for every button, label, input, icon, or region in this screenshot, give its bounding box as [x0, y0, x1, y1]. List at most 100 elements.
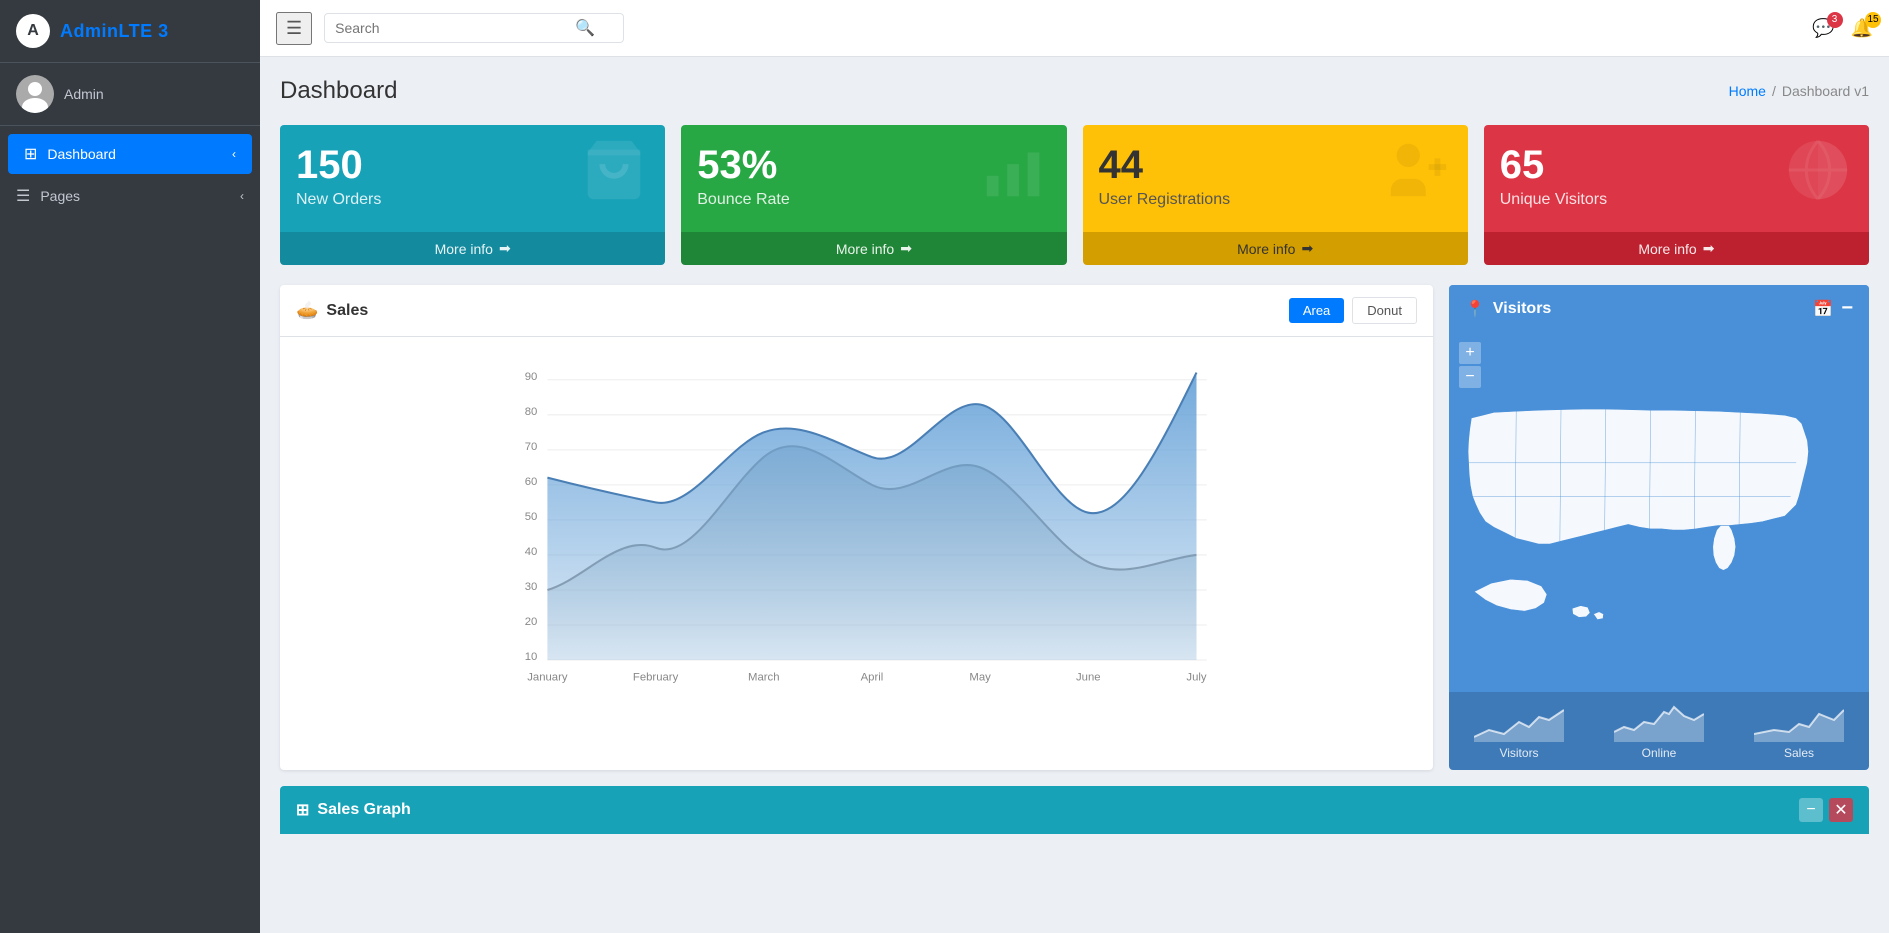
- visitors-icon: [1783, 135, 1853, 216]
- svg-text:March: March: [748, 672, 779, 684]
- navbar-toggler[interactable]: ☰: [276, 12, 312, 45]
- svg-text:10: 10: [525, 651, 538, 663]
- visitors-card-tools: 📅 −: [1813, 297, 1853, 320]
- sales-card: 🥧 Sales Area Donut 10 20 30: [280, 285, 1433, 770]
- svg-text:June: June: [1076, 672, 1101, 684]
- avatar: [16, 75, 54, 113]
- alerts-button[interactable]: 🔔 15: [1851, 18, 1873, 39]
- svg-text:40: 40: [525, 546, 538, 558]
- dashboard-icon: ⊞: [24, 144, 37, 164]
- sidebar-item-dashboard-arrow: ‹: [232, 147, 236, 161]
- orders-icon: [579, 135, 649, 216]
- orders-label: New Orders: [296, 191, 381, 209]
- content-wrapper: Dashboard Home / Dashboard v1 150 New Or…: [260, 57, 1889, 933]
- breadcrumb: Home / Dashboard v1: [1729, 83, 1869, 99]
- sidebar-item-dashboard[interactable]: ⊞ Dashboard ‹: [8, 134, 252, 174]
- sales-graph-tools: − ✕: [1799, 798, 1853, 822]
- sales-pie-icon: 🥧: [296, 300, 318, 321]
- sales-card-header: 🥧 Sales Area Donut: [280, 285, 1433, 337]
- sales-card-body: 10 20 30 40 50 60 70 80 90: [280, 337, 1433, 709]
- bounce-footer[interactable]: More info ➡: [681, 232, 1066, 265]
- sales-graph-icon: ⊞: [296, 800, 309, 820]
- brand-logo: A: [16, 14, 50, 48]
- sidebar-item-pages-arrow: ‹: [240, 189, 244, 203]
- bounce-value: 53%: [697, 145, 790, 185]
- map-controls: + −: [1459, 342, 1481, 388]
- page-title: Dashboard: [280, 77, 397, 105]
- map-pin-icon: 📍: [1465, 299, 1485, 319]
- svg-text:60: 60: [525, 476, 538, 488]
- svg-text:May: May: [969, 672, 991, 684]
- us-florida: [1713, 526, 1736, 571]
- search-form: 🔍: [324, 13, 624, 43]
- search-button[interactable]: 🔍: [575, 18, 595, 38]
- donut-button[interactable]: Donut: [1352, 297, 1417, 324]
- visitors-card-title: 📍 Visitors: [1465, 299, 1551, 319]
- map-zoom-out[interactable]: −: [1459, 366, 1481, 388]
- content-header: Dashboard Home / Dashboard v1: [280, 77, 1869, 105]
- sales-graph-title: ⊞ Sales Graph: [296, 800, 411, 820]
- panels-row: 🥧 Sales Area Donut 10 20 30: [280, 285, 1869, 770]
- sidebar-item-pages[interactable]: ☰ Pages ‹: [0, 176, 260, 216]
- minimize-icon[interactable]: −: [1841, 297, 1853, 320]
- svg-text:70: 70: [525, 441, 538, 453]
- svg-text:20: 20: [525, 616, 538, 628]
- brand-name: AdminLTE 3: [60, 21, 169, 42]
- unique-visitors-footer[interactable]: More info ➡: [1484, 232, 1869, 265]
- info-box-orders: 150 New Orders More info ➡: [280, 125, 665, 265]
- orders-value: 150: [296, 145, 381, 185]
- svg-text:50: 50: [525, 511, 538, 523]
- visitors-stat-online-label: Online: [1642, 746, 1677, 760]
- info-box-visitors: 65 Unique Visitors More info ➡: [1484, 125, 1869, 265]
- calendar-icon[interactable]: 📅: [1813, 299, 1833, 319]
- map-zoom-in[interactable]: +: [1459, 342, 1481, 364]
- area-button[interactable]: Area: [1289, 298, 1344, 323]
- visitors-card-header: 📍 Visitors 📅 −: [1449, 285, 1869, 332]
- pages-icon: ☰: [16, 186, 30, 206]
- messages-badge: 3: [1827, 12, 1843, 28]
- sidebar-item-pages-label: Pages: [40, 188, 80, 204]
- sales-graph-close[interactable]: ✕: [1829, 798, 1853, 822]
- sales-card-title: 🥧 Sales: [296, 300, 368, 321]
- bounce-icon: [981, 135, 1051, 216]
- sales-card-tools: Area Donut: [1289, 297, 1417, 324]
- messages-button[interactable]: 💬 3: [1812, 18, 1834, 39]
- sales-chart: 10 20 30 40 50 60 70 80 90: [296, 353, 1417, 693]
- user-name: Admin: [64, 86, 104, 102]
- visitors-stat-online: Online: [1589, 692, 1729, 770]
- visitors-stat-visitors-label: Visitors: [1499, 746, 1538, 760]
- registrations-value: 44: [1099, 145, 1231, 185]
- breadcrumb-current: Dashboard v1: [1782, 83, 1869, 99]
- main-wrapper: ☰ 🔍 💬 3 🔔 15 Dashboard Home / Dashboard …: [260, 0, 1889, 933]
- svg-text:February: February: [633, 672, 679, 684]
- registrations-footer[interactable]: More info ➡: [1083, 232, 1468, 265]
- svg-text:30: 30: [525, 581, 538, 593]
- info-boxes: 150 New Orders More info ➡: [280, 125, 1869, 265]
- visitors-stat-sales: Sales: [1729, 692, 1869, 770]
- online-mini-chart: [1614, 702, 1704, 742]
- chart-container: 10 20 30 40 50 60 70 80 90: [296, 353, 1417, 693]
- map-container: + −: [1449, 332, 1869, 692]
- search-input[interactable]: [335, 20, 575, 36]
- info-box-bounce: 53% Bounce Rate More info ➡: [681, 125, 1066, 265]
- breadcrumb-home[interactable]: Home: [1729, 83, 1766, 99]
- navbar-right: 💬 3 🔔 15: [1812, 18, 1873, 39]
- visitors-card: 📍 Visitors 📅 − + −: [1449, 285, 1869, 770]
- svg-text:January: January: [527, 672, 568, 684]
- registrations-icon: [1382, 135, 1452, 216]
- sidebar-item-dashboard-label: Dashboard: [47, 146, 116, 162]
- sidebar: A AdminLTE 3 Admin ⊞ Dashboard ‹ ☰ Pages…: [0, 0, 260, 933]
- sales-graph-header: ⊞ Sales Graph − ✕: [280, 786, 1869, 834]
- visitors-footer: Visitors Online: [1449, 692, 1869, 770]
- visitors-value: 65: [1500, 145, 1607, 185]
- visitors-mini-chart: [1474, 702, 1564, 742]
- us-hawaii: [1572, 606, 1590, 618]
- visitors-stat-sales-label: Sales: [1784, 746, 1814, 760]
- nav-menu: ⊞ Dashboard ‹ ☰ Pages ‹: [0, 126, 260, 933]
- navbar: ☰ 🔍 💬 3 🔔 15: [260, 0, 1889, 57]
- sales-series1-area: [547, 373, 1196, 660]
- orders-footer[interactable]: More info ➡: [280, 232, 665, 265]
- sales-mini-chart: [1754, 702, 1844, 742]
- sales-graph-minimize[interactable]: −: [1799, 798, 1823, 822]
- sales-graph-card: ⊞ Sales Graph − ✕: [280, 786, 1869, 834]
